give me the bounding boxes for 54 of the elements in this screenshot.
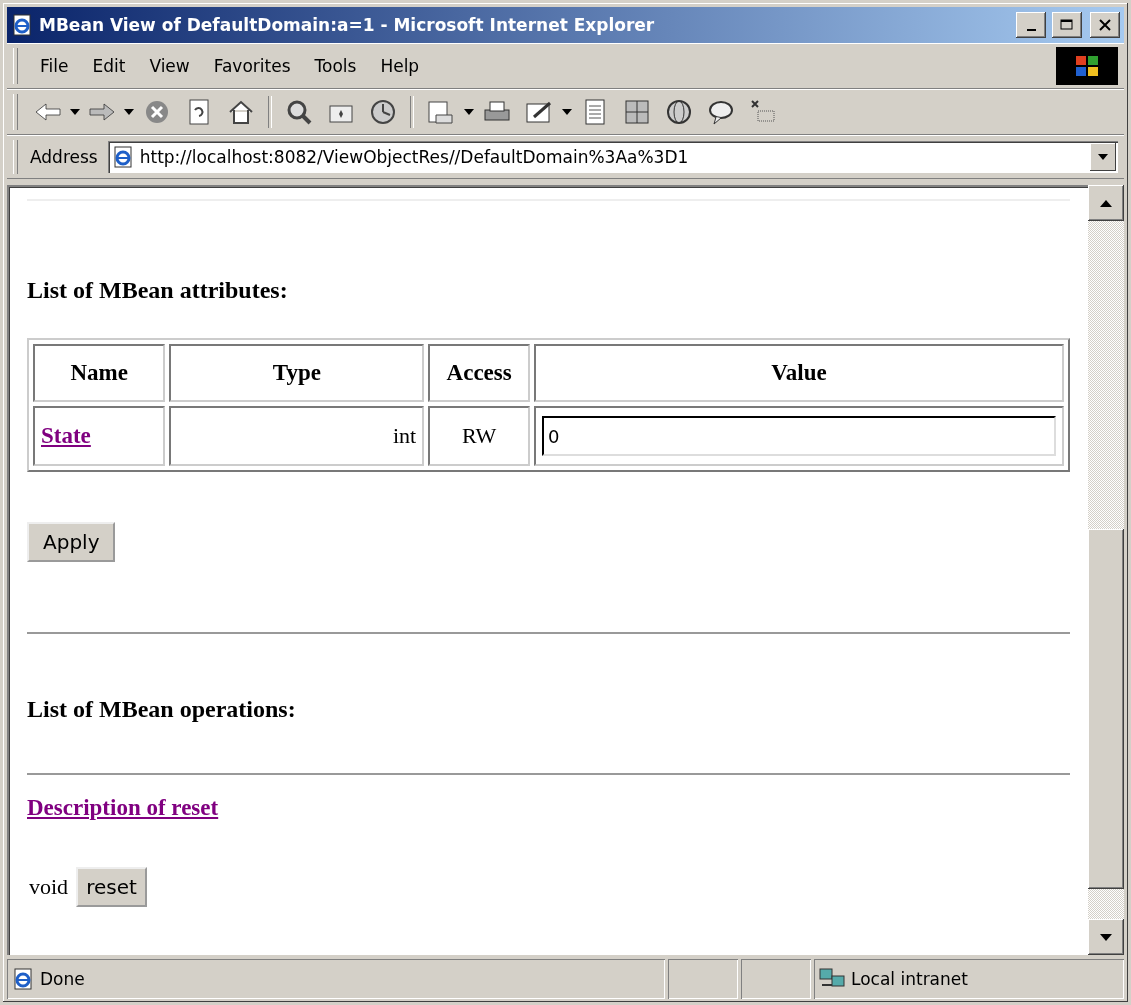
column-header: Name [33, 344, 166, 402]
section-heading: List of MBean operations: [27, 696, 297, 723]
menu-item[interactable]: Favorites [203, 52, 301, 80]
apply-button[interactable]: Apply [27, 522, 116, 562]
minimize-button[interactable] [1016, 12, 1046, 38]
caret-icon [1098, 154, 1108, 160]
status-pane [741, 959, 811, 999]
down-arrow-icon [1100, 933, 1112, 941]
windows-logo-icon [1056, 47, 1118, 85]
history-icon[interactable] [368, 97, 398, 127]
column-header: Value [534, 344, 1064, 402]
caret-icon[interactable] [70, 109, 80, 115]
vertical-scrollbar[interactable] [1088, 185, 1124, 955]
up-arrow-icon [1100, 199, 1112, 207]
security-zone-text: Local intranet [851, 969, 968, 989]
value-input-field[interactable]: 0 [542, 416, 1056, 456]
table-cell: int [169, 406, 425, 466]
close-icon [1099, 19, 1111, 31]
table-cell: RW [428, 406, 531, 466]
caret-icon[interactable] [464, 109, 474, 115]
window-title: MBean View of DefaultDomain:a=1 - Microsoft Internet Explorer [39, 15, 656, 35]
address-dropdown-button[interactable] [1090, 143, 1116, 171]
operation-description-link[interactable]: Description of reset [27, 795, 219, 820]
back-icon[interactable] [34, 102, 62, 122]
scrollbar-thumb[interactable] [1088, 529, 1124, 889]
maximize-button[interactable] [1052, 12, 1082, 38]
scroll-down-button[interactable] [1088, 919, 1124, 955]
browser-logo-icon [111, 146, 134, 168]
caret-icon[interactable] [124, 109, 134, 115]
address-label: Address [30, 147, 99, 167]
attribute-link[interactable]: State [41, 423, 91, 448]
caret-icon[interactable] [562, 109, 572, 115]
grid-icon[interactable] [622, 97, 652, 127]
forward-icon[interactable] [88, 102, 116, 122]
column-header: Access [428, 344, 531, 402]
browser-logo-icon [12, 968, 34, 990]
section-heading: List of MBean attributes: [27, 277, 289, 304]
scroll-up-button[interactable] [1088, 185, 1124, 221]
menu-item[interactable]: File [30, 52, 79, 80]
minimize-icon [1026, 29, 1036, 31]
return-type: void [29, 874, 69, 900]
status-pane [668, 959, 738, 999]
globe-icon[interactable] [664, 97, 694, 127]
close-button[interactable] [1090, 12, 1120, 38]
status-text: Done [40, 969, 85, 989]
browser-logo-icon [11, 14, 33, 36]
menu-item[interactable]: Help [370, 52, 430, 80]
address-field[interactable]: http://localhost:8082/ViewObjectRes//DefaultDomain%3Aa%3D1 [107, 141, 1118, 173]
column-header: Type [169, 344, 425, 402]
menu-item[interactable]: Edit [82, 52, 136, 80]
menu-item[interactable]: View [139, 52, 200, 80]
menu-item[interactable]: Tools [304, 52, 367, 80]
maximize-icon [1060, 19, 1074, 31]
operation-button[interactable]: reset [76, 867, 147, 907]
